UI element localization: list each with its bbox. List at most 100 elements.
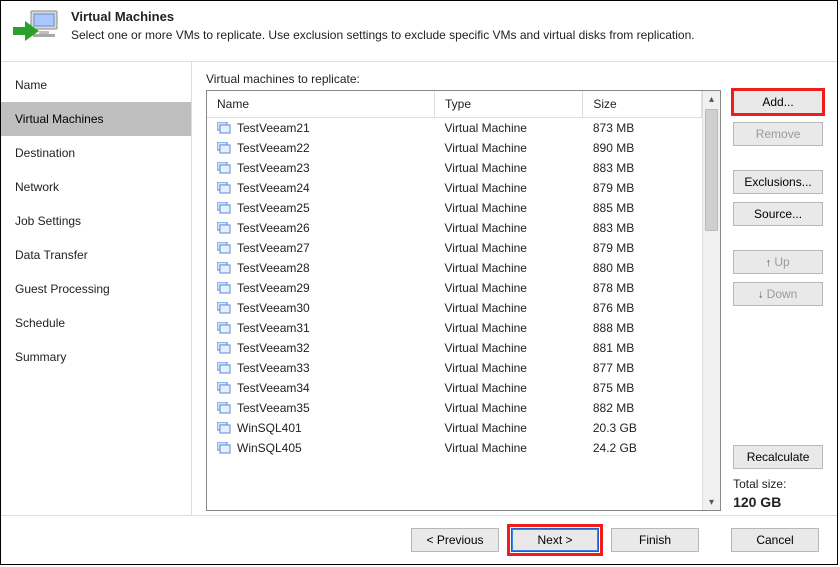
vm-icon (217, 442, 231, 454)
row-size: 873 MB (583, 118, 702, 139)
table-row[interactable]: TestVeeam35Virtual Machine882 MB (207, 398, 702, 418)
vm-action-buttons: Add... Remove Exclusions... Source... 🠕U… (733, 90, 823, 511)
row-name-cell: TestVeeam29 (207, 278, 434, 298)
table-row[interactable]: TestVeeam29Virtual Machine878 MB (207, 278, 702, 298)
remove-button[interactable]: Remove (733, 122, 823, 146)
table-row[interactable]: TestVeeam26 Virtual Machine883 MB (207, 218, 702, 238)
row-type: Virtual Machine (434, 258, 582, 278)
row-name: TestVeeam33 (237, 361, 310, 375)
table-row[interactable]: TestVeeam24Virtual Machine879 MB (207, 178, 702, 198)
row-name-cell: TestVeeam34 (207, 378, 434, 398)
table-row[interactable]: TestVeeam22Virtual Machine890 MB (207, 138, 702, 158)
row-name-cell: WinSQL401 (207, 418, 434, 438)
table-row[interactable]: TestVeeam21Virtual Machine873 MB (207, 118, 702, 139)
vm-icon (217, 202, 231, 214)
scroll-up-arrow-icon[interactable]: ▴ (703, 91, 720, 107)
row-size: 888 MB (583, 318, 702, 338)
sidebar-step-virtual-machines[interactable]: Virtual Machines (1, 102, 191, 136)
vm-table-container: Name Type Size TestVeeam21Virtual Machin… (206, 90, 721, 511)
table-row[interactable]: TestVeeam25Virtual Machine885 MB (207, 198, 702, 218)
source-button[interactable]: Source... (733, 202, 823, 226)
exclusions-button[interactable]: Exclusions... (733, 170, 823, 194)
row-name: TestVeeam34 (237, 381, 310, 395)
sidebar-step-job-settings[interactable]: Job Settings (1, 204, 191, 238)
row-type: Virtual Machine (434, 298, 582, 318)
vm-icon (217, 342, 231, 354)
vm-icon (217, 382, 231, 394)
row-name: TestVeeam21 (237, 121, 310, 135)
row-size: 879 MB (583, 238, 702, 258)
row-name-cell: TestVeeam27 (207, 238, 434, 258)
row-type: Virtual Machine (434, 438, 582, 458)
scroll-down-arrow-icon[interactable]: ▾ (703, 494, 720, 510)
sidebar-step-destination[interactable]: Destination (1, 136, 191, 170)
row-type: Virtual Machine (434, 318, 582, 338)
row-type: Virtual Machine (434, 198, 582, 218)
wizard-title: Virtual Machines (71, 9, 695, 24)
table-row[interactable]: TestVeeam31Virtual Machine888 MB (207, 318, 702, 338)
wizard-steps-sidebar: NameVirtual MachinesDestinationNetworkJo… (1, 62, 192, 515)
vertical-scrollbar[interactable]: ▴ ▾ (702, 91, 720, 510)
row-type: Virtual Machine (434, 218, 582, 238)
table-row[interactable]: TestVeeam34Virtual Machine875 MB (207, 378, 702, 398)
col-header-type[interactable]: Type (434, 91, 582, 118)
row-type: Virtual Machine (434, 278, 582, 298)
table-row[interactable]: WinSQL401Virtual Machine20.3 GB (207, 418, 702, 438)
table-row[interactable]: TestVeeam30 Virtual Machine876 MB (207, 298, 702, 318)
row-type: Virtual Machine (434, 238, 582, 258)
vm-icon (217, 122, 231, 134)
row-type: Virtual Machine (434, 398, 582, 418)
row-name: TestVeeam23 (237, 161, 310, 175)
sidebar-step-schedule[interactable]: Schedule (1, 306, 191, 340)
table-row[interactable]: TestVeeam33Virtual Machine877 MB (207, 358, 702, 378)
row-name-cell: TestVeeam35 (207, 398, 434, 418)
row-name: TestVeeam28 (237, 261, 310, 275)
row-name-cell: TestVeeam25 (207, 198, 434, 218)
sidebar-step-summary[interactable]: Summary (1, 340, 191, 374)
sidebar-step-guest-processing[interactable]: Guest Processing (1, 272, 191, 306)
table-row[interactable]: TestVeeam32Virtual Machine881 MB (207, 338, 702, 358)
table-row[interactable]: TestVeeam28 Virtual Machine880 MB (207, 258, 702, 278)
sidebar-step-network[interactable]: Network (1, 170, 191, 204)
up-button-label: Up (774, 255, 789, 269)
vm-icon (217, 282, 231, 294)
down-button[interactable]: 🠗Down (733, 282, 823, 306)
row-name-cell: TestVeeam21 (207, 118, 434, 138)
up-button[interactable]: 🠕Up (733, 250, 823, 274)
cancel-button[interactable]: Cancel (731, 528, 819, 552)
row-size: 883 MB (583, 218, 702, 238)
scroll-thumb[interactable] (705, 109, 718, 231)
row-size: 879 MB (583, 178, 702, 198)
vm-list-label: Virtual machines to replicate: (206, 72, 823, 86)
row-name: TestVeeam27 (237, 241, 310, 255)
col-header-name[interactable]: Name (207, 91, 434, 118)
table-row[interactable]: TestVeeam27 Virtual Machine879 MB (207, 238, 702, 258)
row-name: TestVeeam30 (237, 301, 310, 315)
row-name-cell: TestVeeam22 (207, 138, 434, 158)
row-size: 880 MB (583, 258, 702, 278)
table-row[interactable]: WinSQL405 Virtual Machine24.2 GB (207, 438, 702, 458)
row-size: 24.2 GB (583, 438, 702, 458)
row-size: 876 MB (583, 298, 702, 318)
vm-icon (217, 142, 231, 154)
finish-button[interactable]: Finish (611, 528, 699, 552)
add-button[interactable]: Add... (733, 90, 823, 114)
next-button[interactable]: Next > (511, 528, 599, 552)
previous-button[interactable]: < Previous (411, 528, 499, 552)
vm-header-icon (13, 9, 61, 49)
wizard-footer: < Previous Next > Finish Cancel (1, 515, 837, 564)
recalculate-button[interactable]: Recalculate (733, 445, 823, 469)
sidebar-step-data-transfer[interactable]: Data Transfer (1, 238, 191, 272)
vm-icon (217, 242, 231, 254)
vm-icon (217, 362, 231, 374)
row-size: 885 MB (583, 198, 702, 218)
row-name-cell: TestVeeam33 (207, 358, 434, 378)
row-name: TestVeeam32 (237, 341, 310, 355)
row-size: 878 MB (583, 278, 702, 298)
arrow-down-icon: 🠗 (759, 290, 763, 300)
col-header-size[interactable]: Size (583, 91, 702, 118)
table-row[interactable]: TestVeeam23Virtual Machine883 MB (207, 158, 702, 178)
sidebar-step-name[interactable]: Name (1, 68, 191, 102)
row-name: WinSQL405 (237, 441, 302, 455)
row-name: TestVeeam26 (237, 221, 310, 235)
